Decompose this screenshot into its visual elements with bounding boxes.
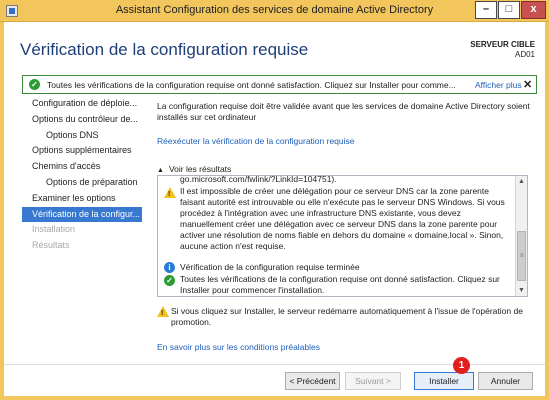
target-server-name: AD01 — [514, 50, 535, 59]
warning-icon: ! — [157, 306, 169, 317]
nav-item[interactable]: Options de préparation — [22, 175, 142, 191]
nav-item: Installation — [32, 224, 76, 235]
results-header-label: Voir les résultats — [168, 164, 232, 174]
banner-close-icon[interactable]: ✕ — [523, 78, 532, 91]
chevron-up-icon: ▲ — [157, 167, 164, 174]
status-banner: ✓ Toutes les vérifications de la configu… — [22, 75, 537, 94]
nav-item[interactable]: Options supplémentaires — [22, 143, 142, 159]
info-icon: i — [164, 262, 175, 273]
show-more-link[interactable]: Afficher plus — [475, 80, 522, 90]
scroll-up-icon[interactable]: ▲ — [516, 176, 527, 187]
nav-item[interactable]: Configuration de déploie... — [22, 96, 142, 112]
success-check-icon: ✓ — [164, 275, 175, 286]
page-title: Vérification de la configuration requise — [20, 40, 309, 59]
success-check-icon: ✓ — [29, 79, 40, 90]
previous-button[interactable]: < Précédent — [285, 372, 340, 390]
close-window-button[interactable]: x — [521, 1, 546, 19]
nav-item: Résultats — [32, 240, 70, 251]
warning-icon: ! — [164, 187, 176, 198]
prerequisites-description: La configuration requise doit être valid… — [157, 101, 530, 122]
scrollbar-thumb[interactable]: ≡ — [517, 231, 526, 281]
results-panel[interactable]: go.microsoft.com/fwlink/?LinkId=104751).… — [157, 175, 528, 297]
maximize-button[interactable]: □ — [498, 1, 520, 19]
window-title: Assistant Configuration des services de … — [115, 4, 434, 16]
results-toggle[interactable]: ▲ Voir les résultats — [157, 164, 231, 174]
scroll-down-icon[interactable]: ▼ — [516, 285, 527, 296]
results-scrollbar[interactable]: ▲ ≡ ▼ — [515, 176, 527, 296]
rerun-check-link[interactable]: Réexécuter la vérification de la configu… — [157, 136, 355, 146]
next-button[interactable]: Suivant > — [345, 372, 401, 390]
nav-item[interactable]: Options du contrôleur de... — [22, 112, 142, 128]
minimize-button[interactable]: – — [475, 1, 497, 19]
install-button[interactable]: Installer — [414, 372, 474, 390]
banner-message: Toutes les vérifications de la configura… — [47, 80, 456, 90]
title-bar: Assistant Configuration des services de … — [0, 0, 549, 22]
nav-item[interactable]: Chemins d'accès — [22, 159, 142, 175]
wizard-steps-nav: Configuration de déploie... Options du co… — [22, 96, 142, 254]
annotation-badge: 1 — [453, 357, 470, 374]
cancel-button[interactable]: Annuler — [478, 372, 533, 390]
nav-item[interactable]: Examiner les options — [22, 191, 142, 207]
learn-more-link[interactable]: En savoir plus sur les conditions préala… — [157, 342, 320, 352]
nav-item[interactable]: Options DNS — [22, 128, 142, 144]
nav-item[interactable]: Vérification de la configur... — [22, 206, 142, 223]
target-server-label: SERVEUR CIBLE — [470, 40, 535, 49]
